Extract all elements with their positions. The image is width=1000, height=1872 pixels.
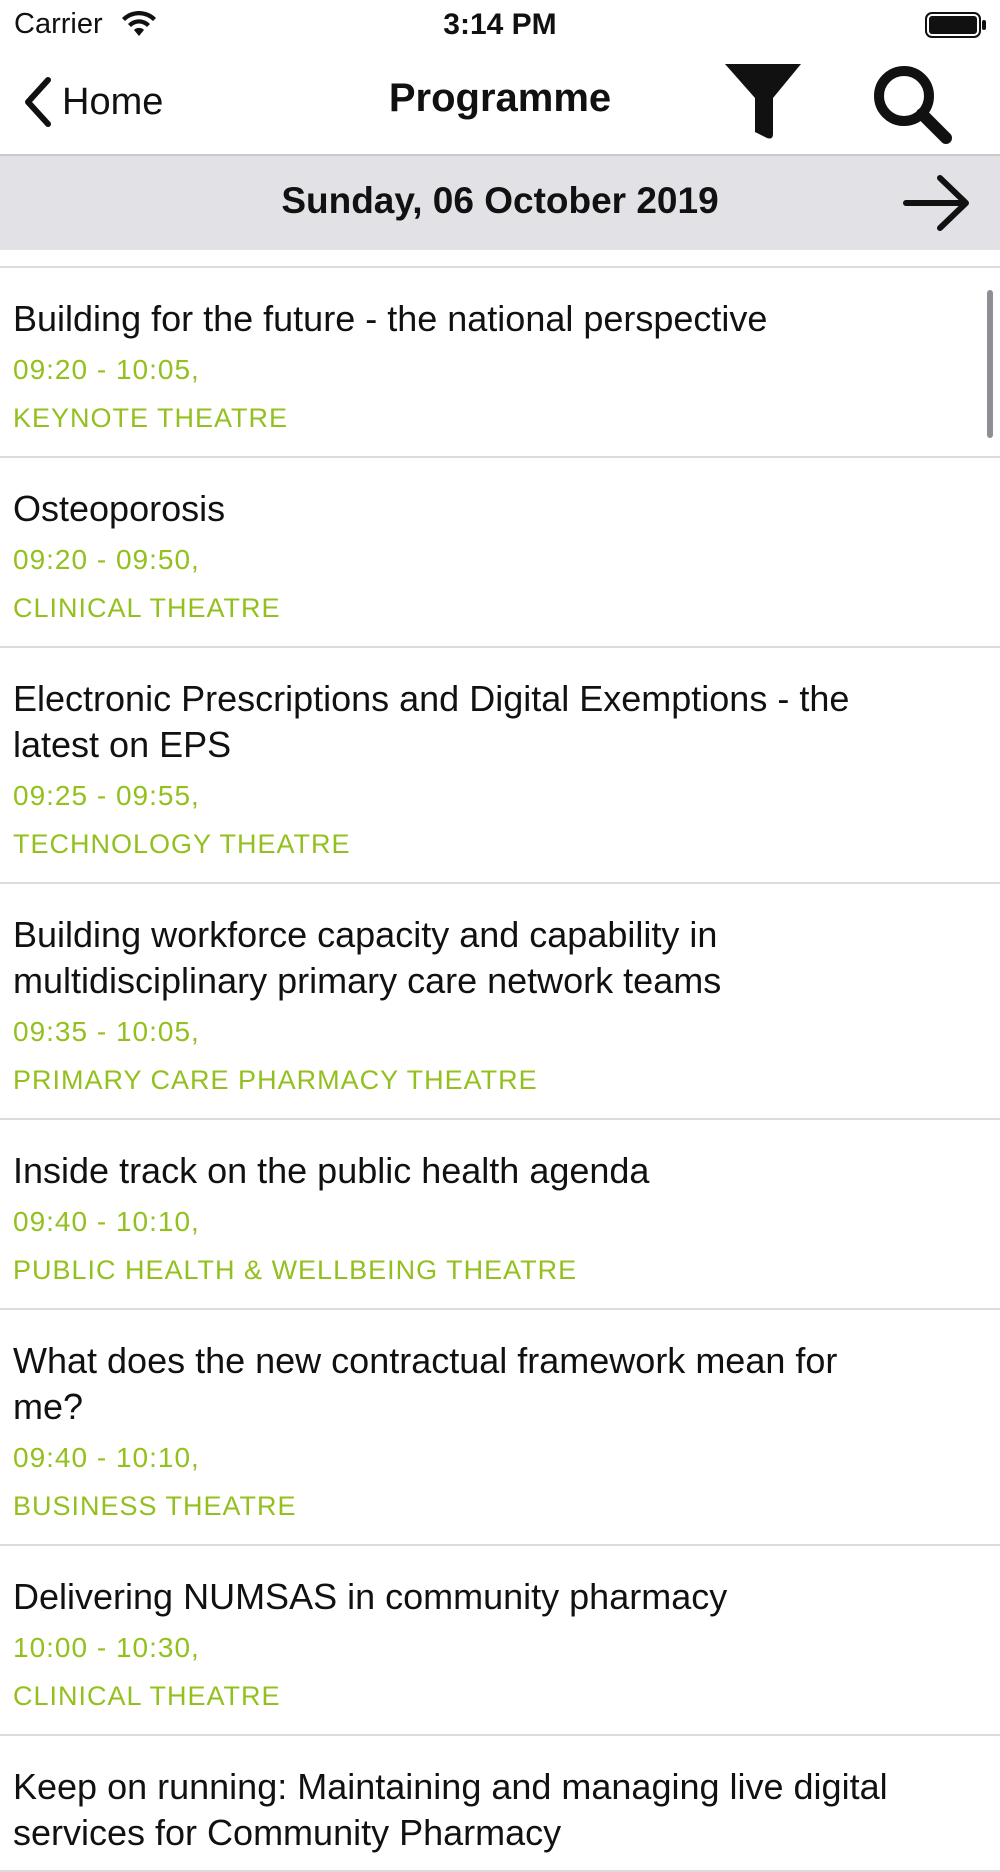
filter-icon[interactable] — [723, 60, 803, 142]
session-venue: BUSINESS THEATRE — [13, 1491, 297, 1521]
session-venue: TECHNOLOGY THEATRE — [13, 829, 351, 859]
search-icon[interactable] — [870, 62, 954, 146]
chevron-left-icon — [25, 77, 51, 127]
session-time: 09:20 - 10:05, — [13, 354, 200, 385]
status-time: 3:14 PM — [443, 8, 557, 41]
current-date: Sunday, 06 October 2019 — [281, 180, 719, 221]
session-title: What does the new contractual framework … — [13, 1340, 838, 1427]
list-item[interactable]: Delivering NUMSAS in community pharmacy … — [0, 1546, 1000, 1736]
list-item[interactable]: Building for the future - the national p… — [0, 268, 1000, 458]
session-venue: CLINICAL THEATRE — [13, 1681, 281, 1711]
session-title: Electronic Prescriptions and Digital Exe… — [13, 678, 850, 765]
session-list: Building for the future - the national p… — [0, 266, 1000, 1872]
battery-icon — [925, 12, 986, 38]
back-button[interactable]: Home — [22, 72, 163, 132]
session-time: 09:20 - 09:50, — [13, 544, 200, 575]
session-title: Building workforce capacity and capabili… — [13, 914, 722, 1001]
scrollbar[interactable] — [987, 290, 993, 438]
session-venue: KEYNOTE THEATRE — [13, 403, 289, 433]
list-item[interactable]: Inside track on the public health agenda… — [0, 1120, 1000, 1310]
navigation-bar: Home Programme — [0, 50, 1000, 156]
session-time: 09:25 - 09:55, — [13, 780, 200, 811]
list-item[interactable]: What does the new contractual framework … — [0, 1310, 1000, 1546]
session-title: Building for the future - the national p… — [13, 298, 768, 339]
session-time: 09:35 - 10:05, — [13, 1016, 200, 1047]
status-bar: Carrier 3:14 PM — [0, 0, 1000, 50]
back-button-label: Home — [62, 80, 164, 123]
date-bar: Sunday, 06 October 2019 — [0, 156, 1000, 250]
session-title: Inside track on the public health agenda — [13, 1150, 650, 1191]
session-title: Delivering NUMSAS in community pharmacy — [13, 1576, 728, 1617]
list-item[interactable]: Electronic Prescriptions and Digital Exe… — [0, 648, 1000, 884]
session-title: Osteoporosis — [13, 488, 226, 529]
session-venue: PRIMARY CARE PHARMACY THEATRE — [13, 1065, 538, 1095]
session-time: 09:40 - 10:10, — [13, 1206, 200, 1237]
list-item[interactable]: Osteoporosis 09:20 - 09:50, CLINICAL THE… — [0, 458, 1000, 648]
list-item[interactable]: Building workforce capacity and capabili… — [0, 884, 1000, 1120]
arrow-right-icon[interactable] — [902, 172, 972, 234]
session-venue: CLINICAL THEATRE — [13, 593, 281, 623]
list-item[interactable]: Keep on running: Maintaining and managin… — [0, 1736, 1000, 1872]
session-time: 10:00 - 10:30, — [13, 1632, 200, 1663]
page-title-text: Programme — [388, 76, 612, 120]
session-venue: PUBLIC HEALTH & WELLBEING THEATRE — [13, 1255, 578, 1285]
session-time: 09:40 - 10:10, — [13, 1442, 200, 1473]
